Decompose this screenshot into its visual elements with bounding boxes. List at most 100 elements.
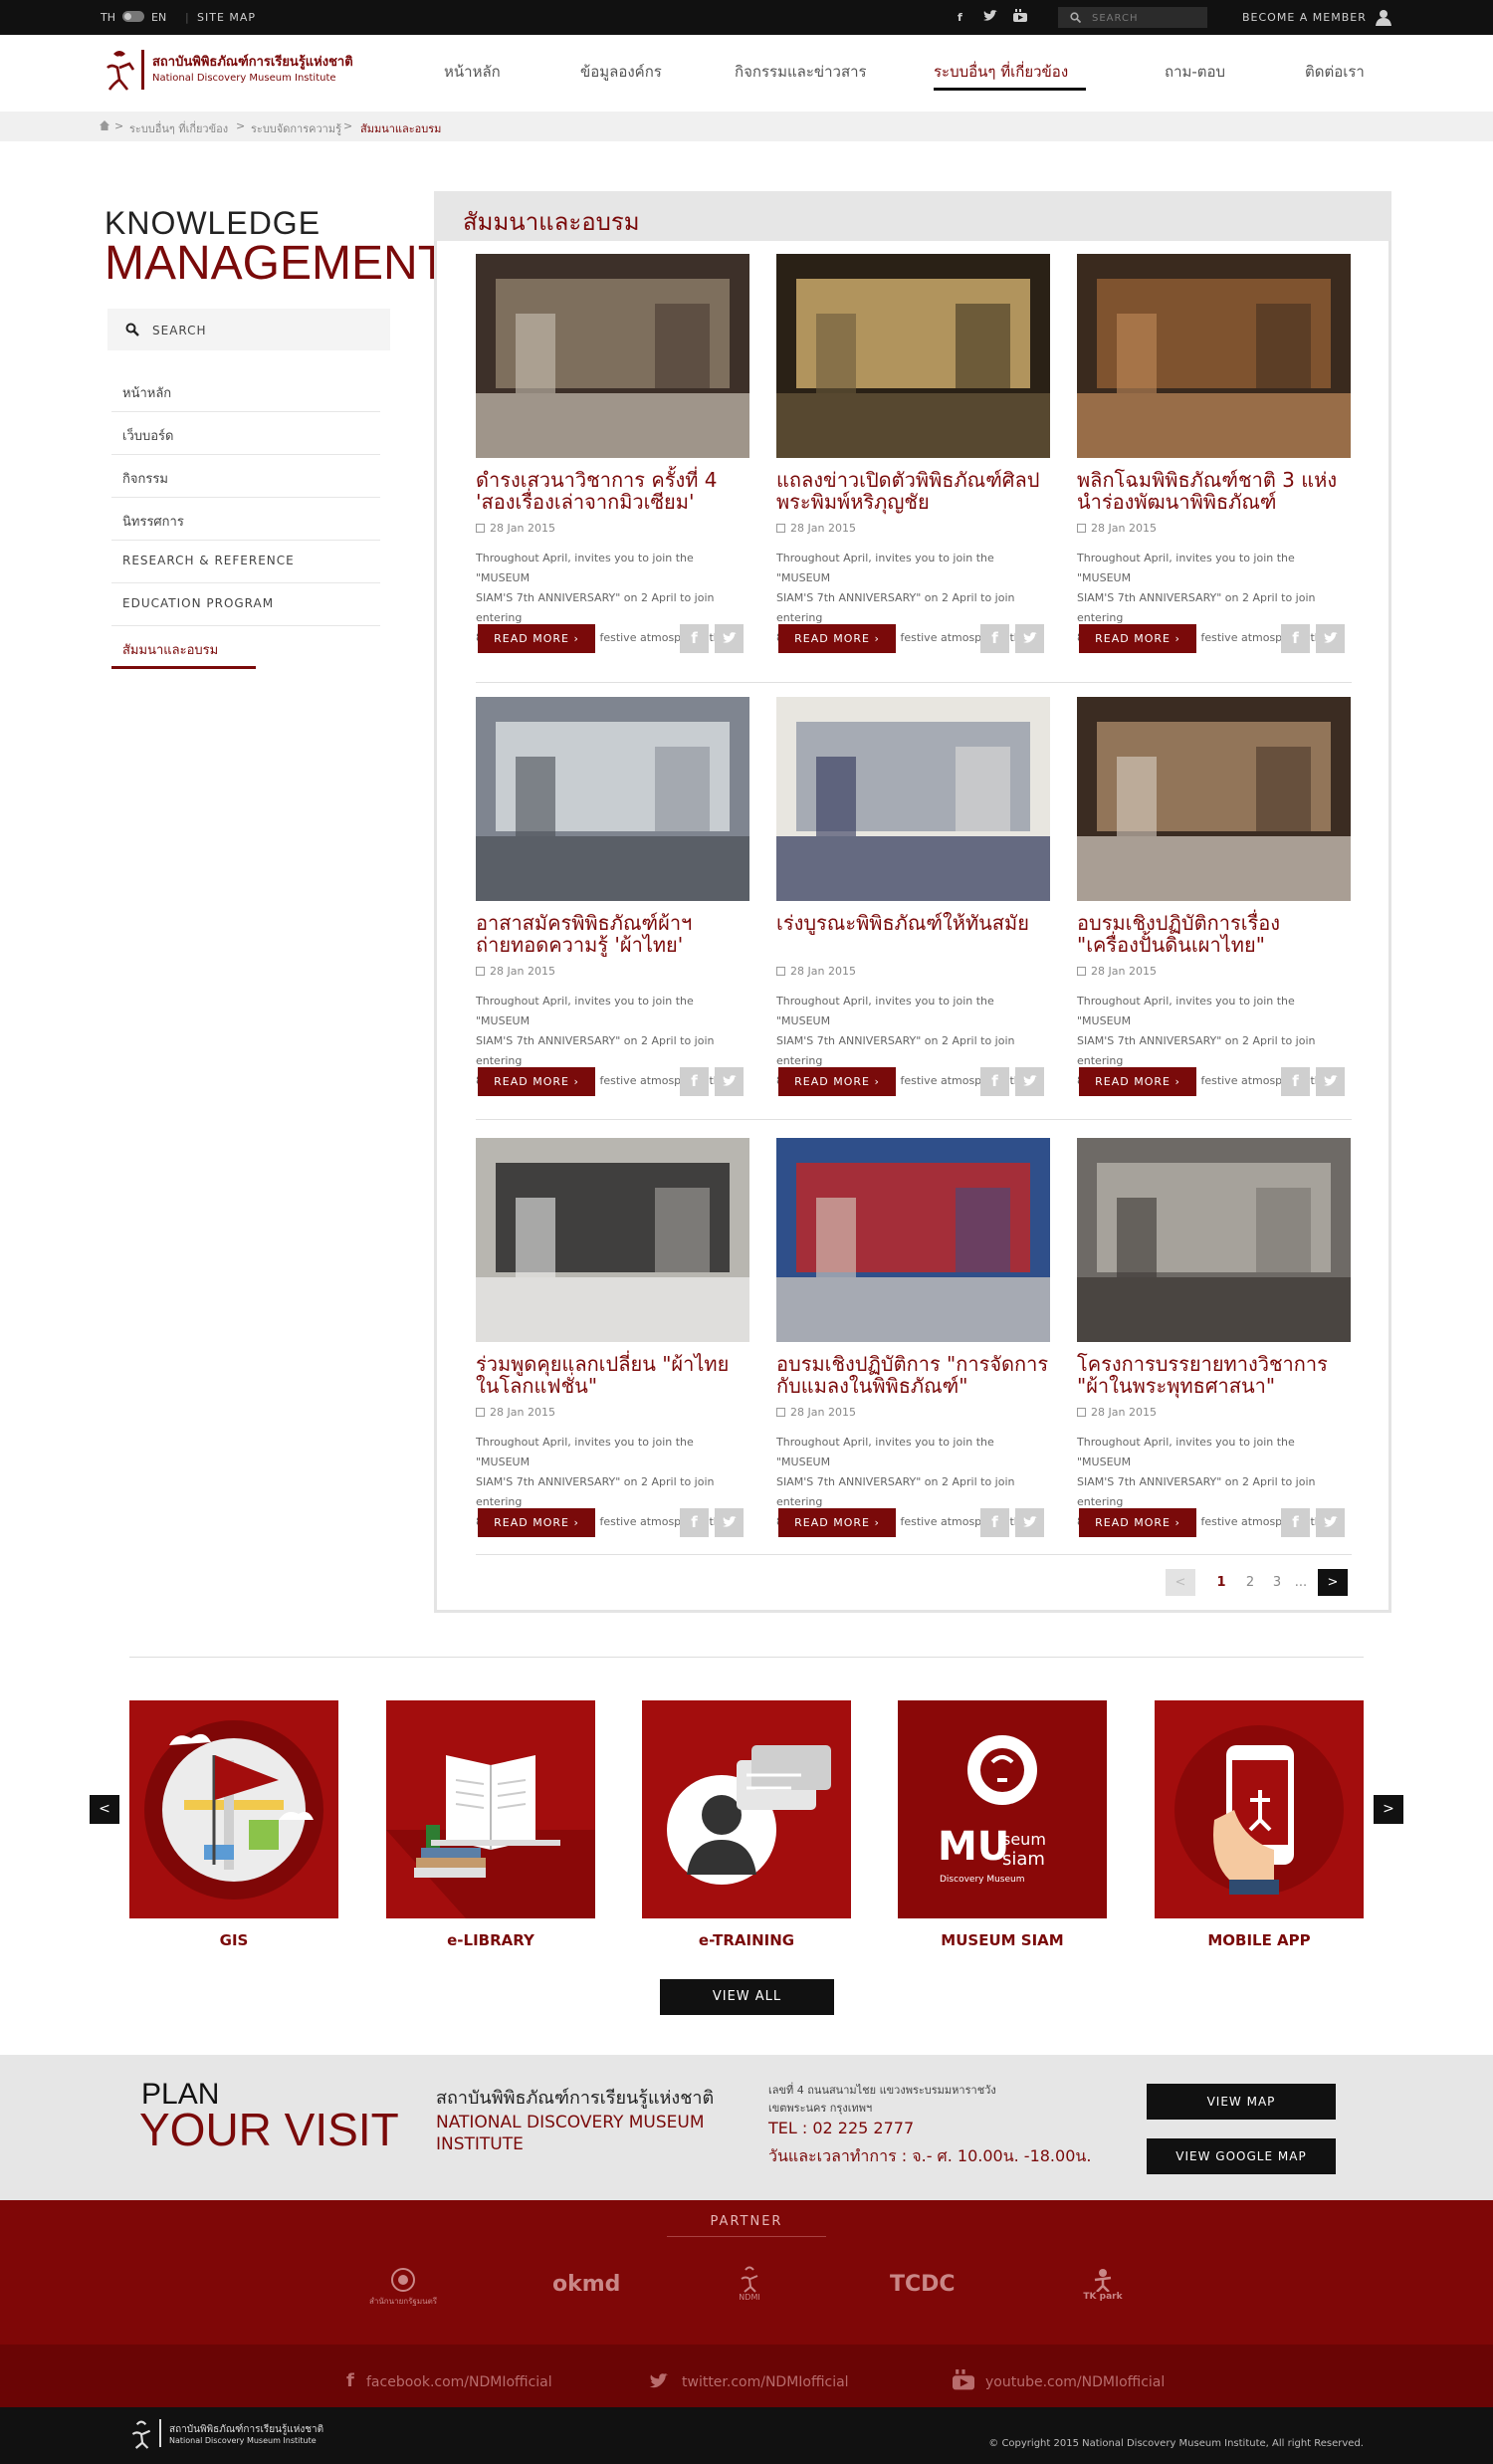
article-title[interactable]: อาสาสมัครพิพิธภัณฑ์ผ้าฯ ถ่ายทอดความรู้ '… — [476, 912, 749, 956]
article-image[interactable] — [1077, 254, 1351, 458]
article-image[interactable] — [1077, 697, 1351, 901]
share-twitter-icon[interactable] — [715, 624, 744, 653]
sidebar-item-webboard[interactable]: เว็บบอร์ด — [111, 412, 380, 455]
share-facebook-icon[interactable]: f — [1281, 1508, 1310, 1537]
breadcrumb-km[interactable]: ระบบจัดการความรู้ — [251, 119, 341, 137]
become-member-link[interactable]: BECOME A MEMBER — [1242, 11, 1367, 24]
read-more-button[interactable]: READ MORE › — [1079, 1067, 1196, 1096]
nav-home[interactable]: หน้าหลัก — [444, 60, 501, 84]
sidebar-item-research[interactable]: RESEARCH & REFERENCE — [111, 541, 380, 583]
share-facebook-icon[interactable]: f — [680, 1067, 709, 1096]
share-twitter-icon[interactable] — [1316, 1067, 1345, 1096]
sidebar-item-activities[interactable]: กิจกรรม — [111, 455, 380, 498]
article-title[interactable]: ร่วมพูดคุยแลกเปลี่ยน "ผ้าไทยในโลกแฟชั่น" — [476, 1353, 749, 1397]
nav-about[interactable]: ข้อมูลองค์กร — [580, 60, 662, 84]
user-icon[interactable] — [1376, 9, 1391, 26]
logo-text-en[interactable]: National Discovery Museum Institute — [152, 73, 336, 85]
sidebar-item-home[interactable]: หน้าหลัก — [111, 369, 380, 412]
service-label-etraining[interactable]: e-TRAINING — [642, 1931, 851, 1949]
read-more-button[interactable]: READ MORE › — [478, 624, 595, 653]
article-title[interactable]: พลิกโฉมพิพิธภัณฑ์ชาติ 3 แห่ง นำร่องพัฒนา… — [1077, 469, 1351, 513]
share-facebook-icon[interactable]: f — [980, 624, 1009, 653]
e-training-tile[interactable] — [642, 1700, 851, 1918]
language-toggle[interactable] — [122, 11, 144, 22]
service-label-museum-siam[interactable]: MUSEUM SIAM — [898, 1931, 1107, 1949]
carousel-next-button[interactable]: > — [1374, 1795, 1403, 1824]
partner-ndmi-logo[interactable]: NDMI — [730, 2265, 769, 2302]
partner-prime-minister-logo[interactable]: สำนักนายกรัฐมนตรี — [363, 2268, 443, 2308]
breadcrumb-related-systems[interactable]: ระบบอื่นๆ ที่เกี่ยวข้อง — [129, 119, 228, 137]
pagination-prev[interactable]: < — [1166, 1569, 1195, 1596]
ndmi-logo-icon[interactable] — [127, 2417, 155, 2451]
service-label-gis[interactable]: GIS — [129, 1931, 338, 1949]
article-image[interactable] — [476, 254, 749, 458]
footer-logo-th[interactable]: สถาบันพิพิธภัณฑ์การเรียนรู้แห่งชาติ — [169, 2422, 323, 2437]
article-image[interactable] — [776, 697, 1050, 901]
share-facebook-icon[interactable]: f — [980, 1508, 1009, 1537]
share-twitter-icon[interactable] — [1015, 1067, 1044, 1096]
logo-text-th[interactable]: สถาบันพิพิธภัณฑ์การเรียนรู้แห่งชาติ — [152, 55, 353, 70]
partner-tkpark-logo[interactable]: TK park — [1083, 2268, 1123, 2302]
share-twitter-icon[interactable] — [1015, 624, 1044, 653]
share-facebook-icon[interactable]: f — [680, 624, 709, 653]
sidebar-search-input[interactable]: SEARCH — [107, 309, 390, 350]
youtube-link[interactable]: youtube.com/NDMIofficial — [985, 2374, 1165, 2390]
share-facebook-icon[interactable]: f — [1281, 624, 1310, 653]
read-more-button[interactable]: READ MORE › — [1079, 1508, 1196, 1537]
article-image[interactable] — [776, 254, 1050, 458]
read-more-button[interactable]: READ MORE › — [778, 624, 896, 653]
twitter-icon[interactable] — [983, 10, 997, 22]
read-more-button[interactable]: READ MORE › — [478, 1508, 595, 1537]
article-image[interactable] — [476, 1138, 749, 1342]
article-title[interactable]: เร่งบูรณะพิพิธภัณฑ์ให้ทันสมัย — [776, 912, 1050, 934]
youtube-icon[interactable] — [1013, 9, 1027, 23]
partner-tcdc-logo[interactable]: TCDC — [890, 2272, 956, 2297]
twitter-icon[interactable] — [649, 2373, 669, 2389]
read-more-button[interactable]: READ MORE › — [778, 1508, 896, 1537]
article-image[interactable] — [776, 1138, 1050, 1342]
article-title[interactable]: แถลงข่าวเปิดตัวพิพิธภัณฑ์ศิลป พระพิมพ์หร… — [776, 469, 1050, 513]
view-google-map-button[interactable]: VIEW GOOGLE MAP — [1147, 2138, 1336, 2174]
youtube-icon[interactable] — [953, 2369, 974, 2391]
read-more-button[interactable]: READ MORE › — [1079, 624, 1196, 653]
sidebar-item-seminar[interactable]: สัมมนาและอบรม — [111, 626, 256, 669]
partner-okmd-logo[interactable]: okmd — [552, 2272, 620, 2297]
twitter-link[interactable]: twitter.com/NDMIofficial — [682, 2374, 849, 2390]
share-twitter-icon[interactable] — [1015, 1508, 1044, 1537]
article-image[interactable] — [1077, 1138, 1351, 1342]
nav-activities[interactable]: กิจกรรมและข่าวสาร — [735, 60, 867, 84]
pagination-page-2[interactable]: 2 — [1235, 1569, 1265, 1596]
nav-faq[interactable]: ถาม-ตอบ — [1165, 60, 1225, 84]
facebook-icon[interactable]: f — [958, 11, 962, 24]
lang-th[interactable]: TH — [101, 11, 115, 24]
top-search-input[interactable]: SEARCH — [1058, 7, 1207, 28]
carousel-prev-button[interactable]: < — [90, 1795, 119, 1824]
gis-tile[interactable] — [129, 1700, 338, 1918]
sitemap-link[interactable]: SITE MAP — [197, 11, 256, 24]
article-title[interactable]: อบรมเชิงปฏิบัติการเรื่อง "เครื่องปั้นดิน… — [1077, 912, 1351, 956]
read-more-button[interactable]: READ MORE › — [778, 1067, 896, 1096]
footer-logo-en[interactable]: National Discovery Museum Institute — [169, 2436, 317, 2445]
view-all-button[interactable]: VIEW ALL — [660, 1979, 834, 2015]
article-title[interactable]: ดำรงเสวนาวิชาการ ครั้งที่ 4 'สองเรื่องเล… — [476, 469, 749, 513]
share-twitter-icon[interactable] — [1316, 624, 1345, 653]
share-facebook-icon[interactable]: f — [980, 1067, 1009, 1096]
read-more-button[interactable]: READ MORE › — [478, 1067, 595, 1096]
ndmi-logo-icon[interactable] — [100, 46, 139, 92]
service-label-mobile-app[interactable]: MOBILE APP — [1155, 1931, 1364, 1949]
mobile-app-tile[interactable] — [1155, 1700, 1364, 1918]
article-image[interactable] — [476, 697, 749, 901]
sidebar-item-education[interactable]: EDUCATION PROGRAM — [111, 583, 380, 626]
nav-related-systems[interactable]: ระบบอื่นๆ ที่เกี่ยวข้อง — [934, 60, 1068, 84]
service-label-elibrary[interactable]: e-LIBRARY — [386, 1931, 595, 1949]
share-facebook-icon[interactable]: f — [680, 1508, 709, 1537]
facebook-link[interactable]: facebook.com/NDMIofficial — [366, 2374, 552, 2390]
home-icon[interactable] — [100, 120, 109, 130]
lang-en[interactable]: EN — [151, 11, 166, 24]
pagination-next[interactable]: > — [1318, 1569, 1348, 1596]
view-map-button[interactable]: VIEW MAP — [1147, 2084, 1336, 2120]
pagination-page-1[interactable]: 1 — [1206, 1569, 1236, 1596]
sidebar-item-exhibitions[interactable]: นิทรรศการ — [111, 498, 380, 541]
share-twitter-icon[interactable] — [715, 1508, 744, 1537]
article-title[interactable]: อบรมเชิงปฏิบัติการ "การจัดการกับแมลงในพิ… — [776, 1353, 1050, 1397]
